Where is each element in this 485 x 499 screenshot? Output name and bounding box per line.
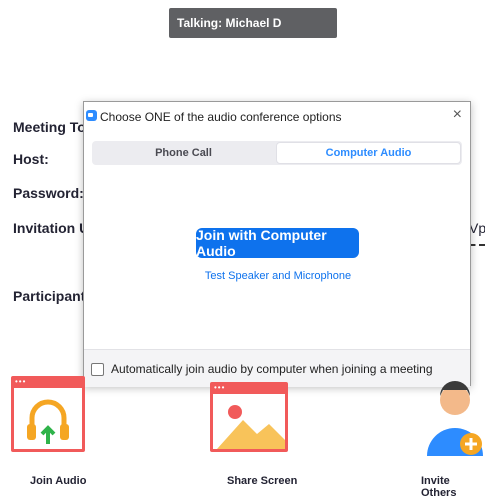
tab-phone-call[interactable]: Phone Call xyxy=(92,141,275,165)
invitation-url-fragment: Vp xyxy=(469,220,485,236)
share-screen-svg xyxy=(217,405,285,449)
password-label: Password: xyxy=(13,185,84,201)
auto-join-label: Automatically join audio by computer whe… xyxy=(111,362,433,376)
host-label: Host: xyxy=(13,151,49,167)
test-speaker-microphone-link[interactable]: Test Speaker and Microphone xyxy=(84,270,472,282)
join-computer-audio-button[interactable]: Join with Computer Audio xyxy=(196,227,359,259)
close-icon[interactable]: × xyxy=(453,106,462,124)
headphones-icon[interactable]: ••• xyxy=(11,376,85,452)
auto-join-checkbox[interactable] xyxy=(91,363,104,376)
audio-options-dialog: Choose ONE of the audio conference optio… xyxy=(83,101,472,387)
headphones-svg xyxy=(27,399,69,444)
tab-computer-audio[interactable]: Computer Audio xyxy=(276,142,461,164)
window-dots: ••• xyxy=(15,377,27,386)
zoom-logo-icon xyxy=(86,110,97,121)
tile-body xyxy=(213,394,285,449)
dialog-title: Choose ONE of the audio conference optio… xyxy=(100,110,342,124)
invite-user-icon[interactable] xyxy=(425,378,485,464)
tile-body xyxy=(14,388,82,449)
invite-others-label: Invite Others xyxy=(421,475,457,499)
share-screen-icon[interactable]: ••• xyxy=(210,382,288,452)
talking-indicator: Talking: Michael D xyxy=(169,8,337,38)
share-screen-label: Share Screen xyxy=(227,475,298,487)
audio-tabs: Phone Call Computer Audio xyxy=(92,141,462,165)
join-audio-label: Join Audio xyxy=(30,475,87,487)
window-dots: ••• xyxy=(214,383,226,392)
